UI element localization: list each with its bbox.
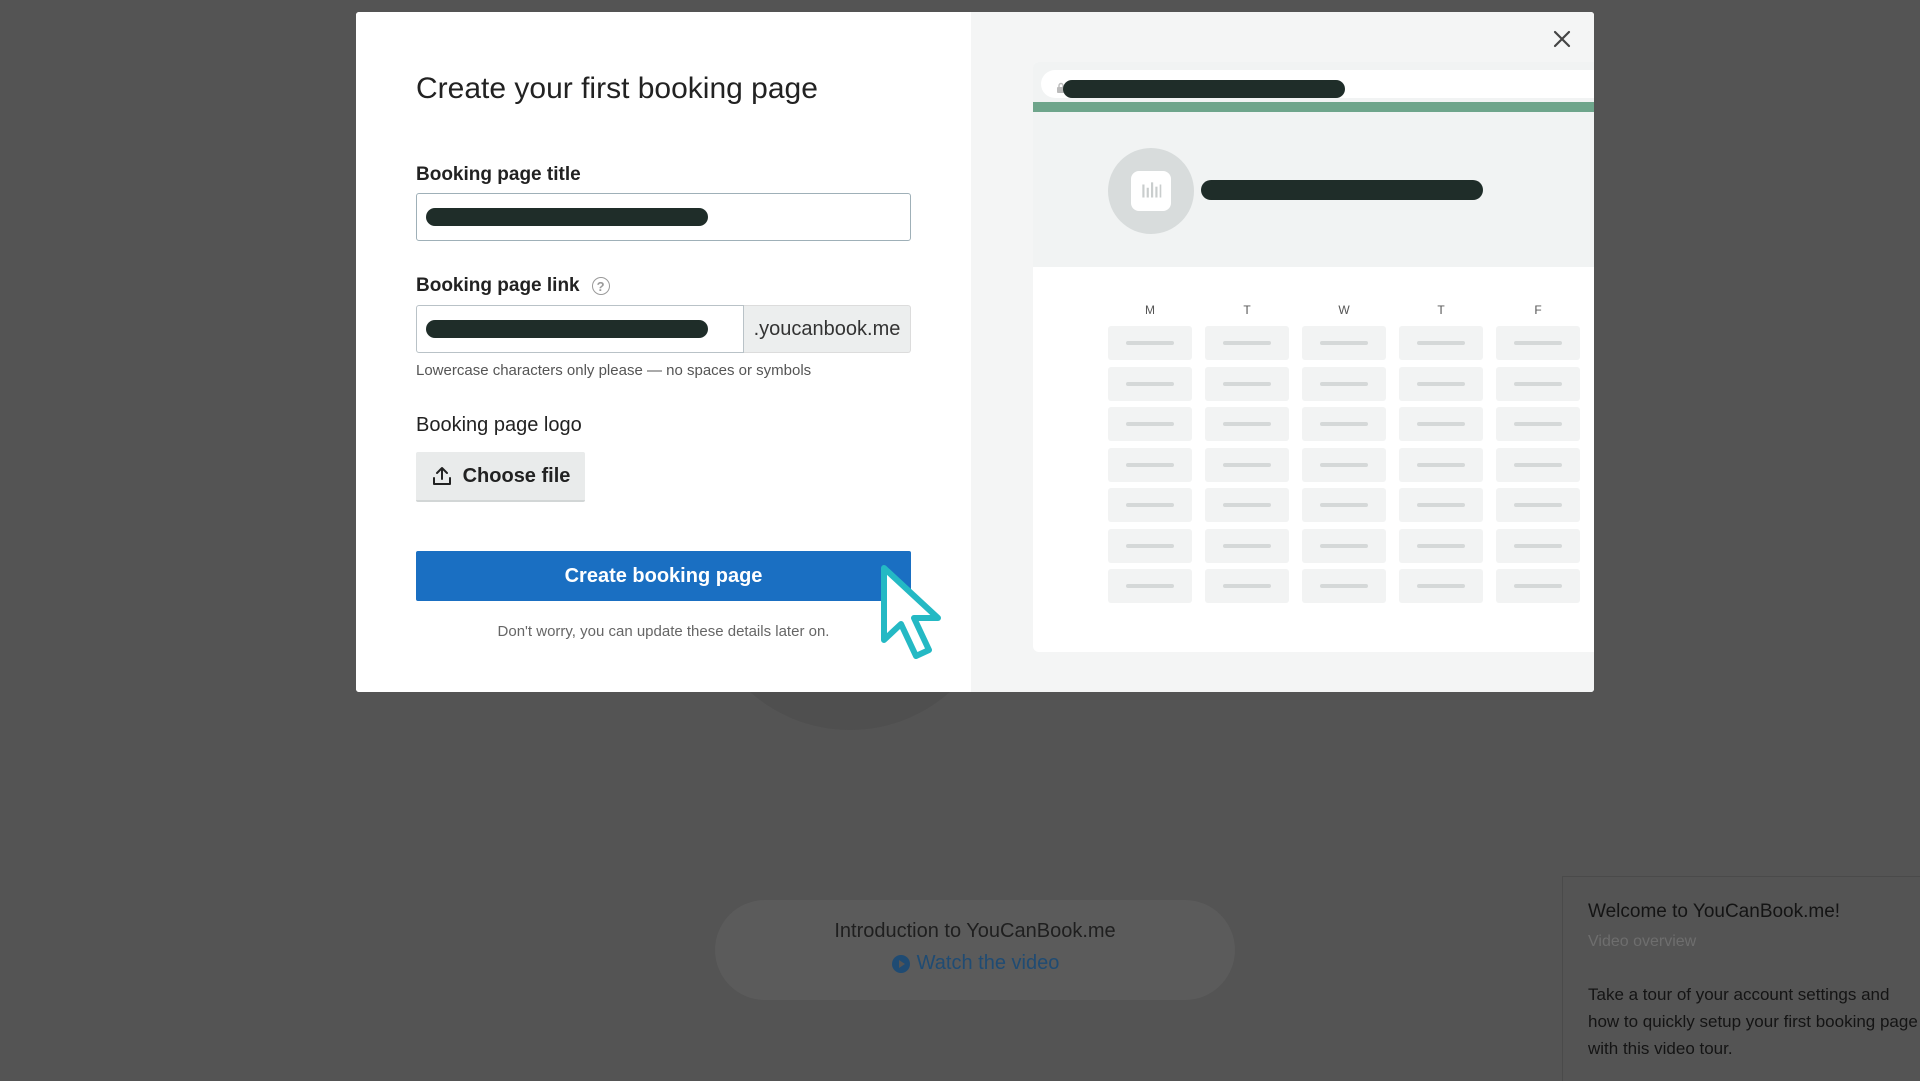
play-circle-icon xyxy=(891,954,910,973)
preview-time-slot xyxy=(1205,326,1289,360)
preview-time-slot xyxy=(1205,488,1289,522)
preview-time-slot xyxy=(1108,488,1192,522)
preview-time-slot xyxy=(1108,569,1192,603)
preview-time-slot xyxy=(1302,366,1386,401)
intro-title: Introduction to YouCanBook.me xyxy=(834,920,1116,942)
preview-time-slot xyxy=(1399,528,1483,563)
close-icon xyxy=(1553,30,1571,48)
redacted-page-name xyxy=(1201,180,1483,200)
preview-time-slot xyxy=(1302,447,1386,482)
preview-time-slot xyxy=(1496,326,1580,360)
preview-time-slot xyxy=(1108,326,1192,360)
preview-logo-placeholder xyxy=(1108,148,1194,234)
preview-time-slot xyxy=(1399,326,1483,360)
preview-weekday-row: M T W T F xyxy=(1108,303,1593,323)
create-booking-page-modal: Create your first booking page Booking p… xyxy=(356,12,1594,692)
update-later-note: Don't worry, you can update these detail… xyxy=(497,623,830,640)
preview-time-slot xyxy=(1108,447,1192,482)
booking-title-label: Booking page title xyxy=(416,164,581,185)
booking-title-input[interactable] xyxy=(416,193,911,241)
logo-placeholder-icon xyxy=(1131,171,1171,211)
booking-page-preview: M T W T F xyxy=(1033,62,1594,652)
preview-time-slot xyxy=(1496,407,1580,441)
preview-time-slot xyxy=(1108,528,1192,563)
booking-link-input[interactable] xyxy=(416,305,744,353)
preview-time-slot xyxy=(1496,528,1580,563)
preview-accent-bar xyxy=(1033,102,1594,112)
preview-time-slot xyxy=(1302,569,1386,603)
preview-time-slot xyxy=(1496,447,1580,482)
welcome-panel: Welcome to YouCanBook.me! Video overview… xyxy=(1562,876,1920,1081)
weekday-label: T xyxy=(1243,303,1251,317)
booking-link-label-row: Booking page link ? xyxy=(416,275,610,297)
redacted-value xyxy=(426,320,708,338)
preview-time-slot xyxy=(1399,407,1483,441)
preview-time-slot xyxy=(1108,366,1192,401)
modal-title: Create your first booking page xyxy=(416,72,818,105)
weekday-label: T xyxy=(1437,303,1445,317)
weekday-label: W xyxy=(1338,303,1350,317)
pointer-cursor-icon xyxy=(881,565,941,659)
booking-link-label: Booking page link xyxy=(416,275,580,296)
welcome-body: Take a tour of your account settings and… xyxy=(1588,985,1918,1058)
intro-video-card: Introduction to YouCanBook.me Watch the … xyxy=(715,900,1235,1000)
upload-icon xyxy=(432,467,451,485)
question-circle-icon[interactable]: ? xyxy=(591,277,610,295)
preview-panel: M T W T F xyxy=(971,12,1594,692)
preview-time-slot xyxy=(1302,407,1386,441)
preview-time-slot xyxy=(1205,407,1289,441)
redacted-url xyxy=(1063,80,1345,98)
preview-time-slot xyxy=(1399,569,1483,603)
preview-time-slot xyxy=(1205,447,1289,482)
preview-time-slot xyxy=(1302,326,1386,360)
watch-video-label: Watch the video xyxy=(916,952,1060,974)
preview-time-slot xyxy=(1205,569,1289,603)
weekday-label: F xyxy=(1534,303,1542,317)
preview-time-slot xyxy=(1496,569,1580,603)
choose-file-button[interactable]: Choose file xyxy=(416,452,585,502)
preview-time-slot xyxy=(1108,407,1192,441)
preview-time-slot xyxy=(1399,447,1483,482)
preview-time-slot xyxy=(1302,488,1386,522)
modal-form-panel: Create your first booking page Booking p… xyxy=(356,12,971,692)
watch-video-link[interactable]: Watch the video xyxy=(715,952,1235,975)
redacted-value xyxy=(426,208,708,226)
create-booking-page-button[interactable]: Create booking page xyxy=(416,551,911,601)
close-modal-button[interactable] xyxy=(1549,26,1575,52)
welcome-subtitle: Video overview xyxy=(1588,933,1697,950)
preview-time-slot xyxy=(1302,528,1386,563)
welcome-title: Welcome to YouCanBook.me! xyxy=(1588,901,1841,922)
weekday-label: M xyxy=(1145,303,1155,317)
preview-time-slot xyxy=(1205,528,1289,563)
preview-time-slot xyxy=(1399,366,1483,401)
preview-time-slot xyxy=(1399,488,1483,522)
preview-time-slot xyxy=(1496,366,1580,401)
preview-time-slot xyxy=(1205,366,1289,401)
choose-file-label: Choose file xyxy=(462,464,571,487)
booking-logo-label: Booking page logo xyxy=(416,414,582,436)
link-domain-suffix: .youcanbook.me xyxy=(744,305,911,353)
link-hint: Lowercase characters only please — no sp… xyxy=(416,362,812,379)
preview-time-slot xyxy=(1496,488,1580,522)
